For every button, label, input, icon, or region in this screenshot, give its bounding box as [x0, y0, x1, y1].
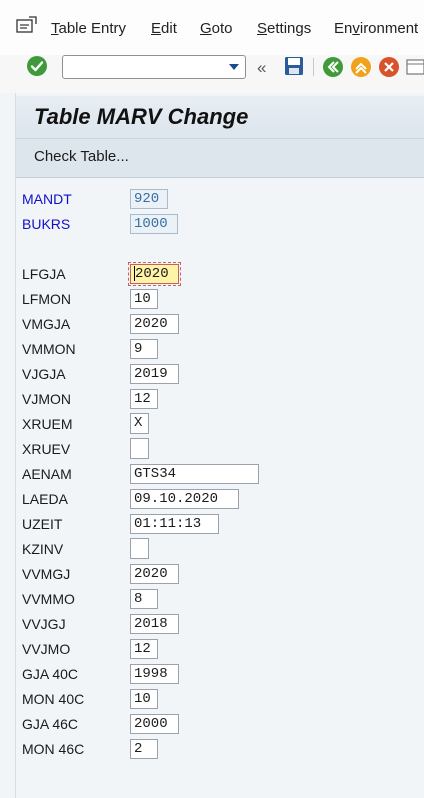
check-table-button[interactable]: Check Table...	[34, 148, 129, 165]
field-vjgja[interactable]: 2019	[130, 364, 179, 384]
collapse-icon[interactable]: «	[257, 58, 266, 78]
field-vvjmo[interactable]: 12	[130, 639, 158, 659]
back-icon[interactable]	[322, 56, 344, 78]
field-label-vmmon: VMMON	[22, 341, 76, 357]
menu-edit[interactable]: Edit	[151, 20, 177, 37]
field-lfgja-value: 2020	[135, 266, 169, 283]
field-vvjgj[interactable]: 2018	[130, 614, 179, 634]
field-bukrs: 1000	[130, 214, 178, 234]
toolbar-separator	[313, 58, 314, 76]
field-label-kzinv: KZINV	[22, 541, 64, 557]
field-xruem[interactable]: X	[130, 413, 149, 434]
field-mandt: 920	[130, 189, 168, 209]
left-border	[15, 93, 16, 798]
field-label-vvjgj: VVJGJ	[22, 616, 66, 632]
field-vvmgj[interactable]: 2020	[130, 564, 179, 584]
menu-table-entry[interactable]: Table Entry	[51, 20, 126, 37]
field-vmmon[interactable]: 9	[130, 339, 158, 359]
field-lfmon[interactable]: 10	[130, 289, 158, 309]
field-label-mon-46c: MON 46C	[22, 741, 85, 757]
field-laeda[interactable]: 09.10.2020	[130, 489, 239, 509]
field-label-vjgja: VJGJA	[22, 366, 66, 382]
field-xruev[interactable]	[130, 438, 149, 459]
field-label-xruem: XRUEM	[22, 416, 73, 432]
field-vmgja[interactable]: 2020	[130, 314, 179, 334]
menu-goto[interactable]: Goto	[200, 20, 233, 37]
field-vvmmo[interactable]: 8	[130, 589, 158, 609]
save-icon[interactable]	[283, 55, 305, 77]
field-label-vvmgj: VVMGJ	[22, 566, 71, 582]
field-label-mon-40c: MON 40C	[22, 691, 85, 707]
field-gja-40c[interactable]: 1998	[130, 664, 179, 684]
page-title: Table MARV Change	[34, 104, 249, 129]
field-label-lfgja: LFGJA	[22, 266, 66, 282]
field-label-xruev: XRUEV	[22, 441, 71, 457]
menu-table-entry-rest: able Entry	[58, 20, 127, 37]
screen-icon[interactable]	[404, 56, 424, 78]
field-label-lfmon: LFMON	[22, 291, 71, 307]
field-label-vmgja: VMGJA	[22, 316, 71, 332]
enter-check-icon[interactable]	[26, 55, 48, 77]
field-label-mandt: MANDT	[22, 191, 72, 207]
field-mon-40c[interactable]: 10	[130, 689, 158, 709]
field-vjmon[interactable]: 12	[130, 389, 158, 409]
command-dropdown-icon[interactable]	[229, 64, 239, 70]
field-lfgja[interactable]: 2020	[128, 262, 181, 286]
field-label-gja-46c: GJA 46C	[22, 716, 79, 732]
menu-toggle-icon[interactable]	[16, 16, 38, 34]
field-label-aenam: AENAM	[22, 466, 72, 482]
menu-bar: Table Entry Edit Goto Settings Environme…	[0, 0, 424, 55]
menu-environment[interactable]: Environment	[334, 20, 418, 37]
field-label-gja-40c: GJA 40C	[22, 666, 79, 682]
field-label-bukrs: BUKRS	[22, 216, 71, 232]
field-label-laeda: LAEDA	[22, 491, 68, 507]
title-bar: Table MARV Change	[16, 96, 424, 139]
field-kzinv[interactable]	[130, 538, 149, 559]
field-uzeit[interactable]: 01:11:13	[130, 514, 219, 534]
command-field[interactable]	[62, 55, 246, 79]
command-input[interactable]	[67, 58, 221, 78]
field-label-uzeit: UZEIT	[22, 516, 63, 532]
field-aenam[interactable]: GTS34	[130, 464, 259, 484]
menu-settings[interactable]: Settings	[257, 20, 311, 37]
exit-icon[interactable]	[350, 56, 372, 78]
application-toolbar: Check Table...	[16, 139, 424, 178]
field-mon-46c[interactable]: 2	[130, 739, 158, 759]
cancel-icon[interactable]	[378, 56, 400, 78]
field-gja-46c[interactable]: 2000	[130, 714, 179, 734]
field-label-vvjmo: VVJMO	[22, 641, 71, 657]
field-label-vvmmo: VVMMO	[22, 591, 75, 607]
field-label-vjmon: VJMON	[22, 391, 71, 407]
